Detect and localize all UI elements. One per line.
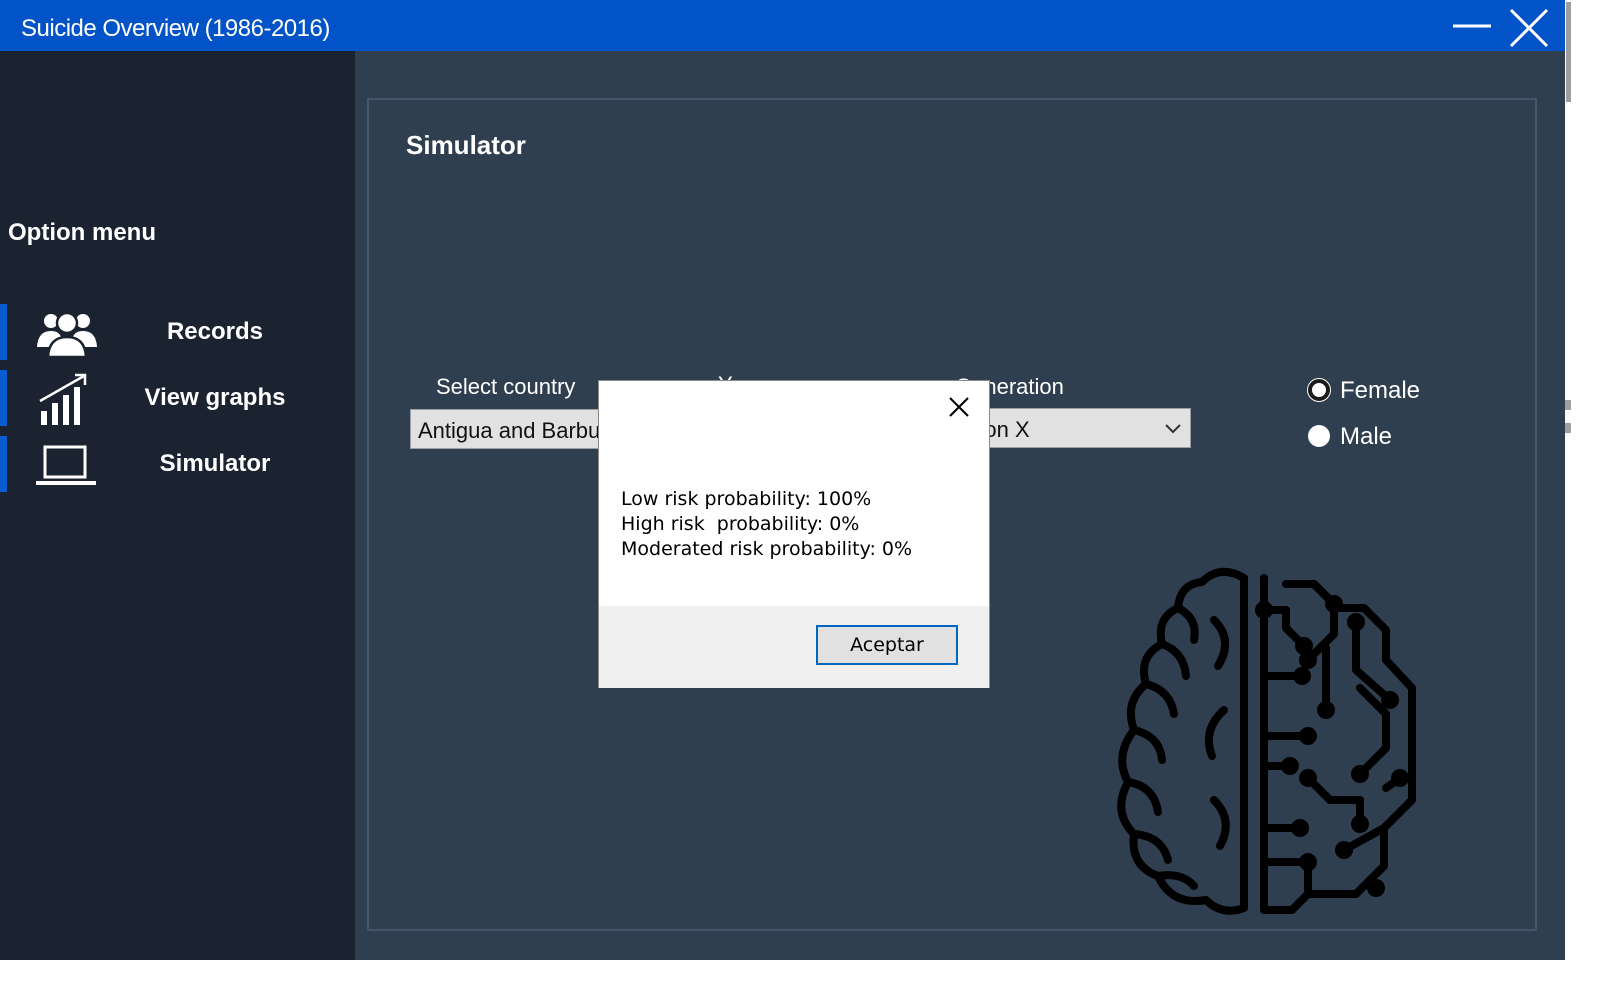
sidebar-item-simulator[interactable]: Simulator <box>0 436 355 492</box>
sidebar-item-label: Simulator <box>159 450 271 477</box>
sidebar: Option menu Records View graphs Simulato… <box>0 51 355 960</box>
country-label: Select country <box>436 374 576 399</box>
radio-circle <box>1308 379 1330 401</box>
panel-title: Simulator <box>406 130 526 160</box>
sidebar-item-label: Records <box>166 318 264 345</box>
menu-title: Option menu <box>8 219 156 246</box>
menu-accent <box>0 370 7 426</box>
result-dialog: Low risk probability: 100% High risk prob… <box>598 380 990 688</box>
dialog-close-icon[interactable] <box>947 395 971 419</box>
female-label: Female <box>1340 377 1421 404</box>
low-risk-line: Low risk probability: 100% <box>621 488 872 510</box>
laptop-icon <box>32 439 102 491</box>
sidebar-item-records[interactable]: Records <box>0 304 355 360</box>
scroll-mark <box>1565 400 1571 410</box>
bar-chart-icon <box>32 373 102 425</box>
radio-circle <box>1308 425 1330 447</box>
high-risk-line: High risk probability: 0% <box>621 513 860 535</box>
users-icon <box>32 307 102 359</box>
scroll-thumb[interactable] <box>1566 2 1571 102</box>
country-value: Antigua and Barbuda <box>418 418 625 443</box>
sidebar-item-view-graphs[interactable]: View graphs <box>0 370 355 426</box>
dialog-footer: Aceptar <box>599 606 989 688</box>
vertical-scrollbar[interactable] <box>1565 0 1605 982</box>
scroll-mark <box>1565 423 1571 433</box>
window-title: Suicide Overview (1986-2016) <box>21 15 330 42</box>
minimize-button[interactable] <box>1450 6 1494 50</box>
male-label: Male <box>1340 423 1393 450</box>
menu-accent <box>0 304 7 360</box>
close-icon <box>1509 8 1549 48</box>
title-bar[interactable]: Suicide Overview (1986-2016) <box>0 0 1565 51</box>
sidebar-item-label: View graphs <box>144 384 286 411</box>
minimize-icon <box>1453 24 1491 28</box>
dialog-message: Low risk probability: 100% High risk prob… <box>621 487 912 562</box>
menu-accent <box>0 436 7 492</box>
close-button[interactable] <box>1507 6 1551 50</box>
ok-button[interactable]: Aceptar <box>816 625 958 665</box>
moderated-risk-line: Moderated risk probability: 0% <box>621 538 913 560</box>
chevron-down-icon <box>1165 424 1181 434</box>
brain-circuit-icon <box>1117 568 1416 915</box>
